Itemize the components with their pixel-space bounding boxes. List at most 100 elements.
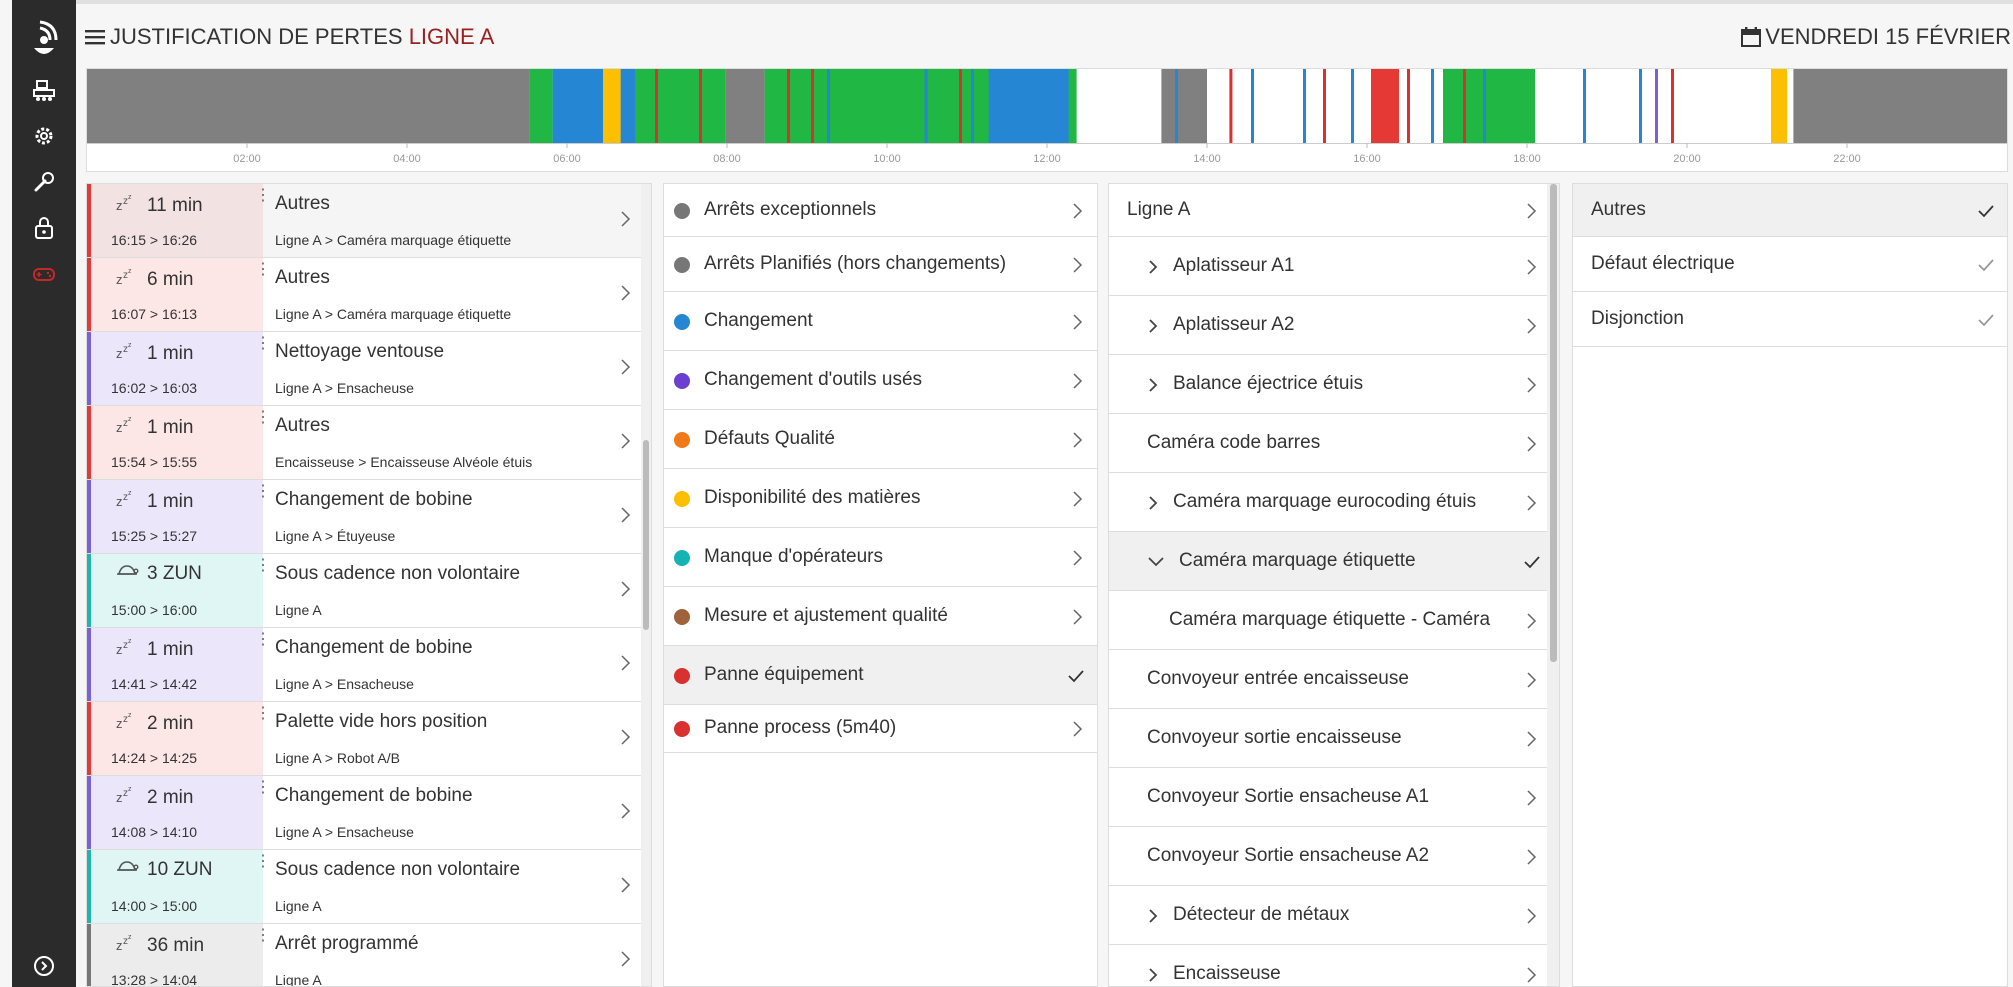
timeline-marker[interactable] bbox=[971, 69, 974, 143]
equipment-item[interactable]: Caméra marquage étiquette bbox=[1109, 532, 1559, 591]
event-row[interactable]: z z z 36 min ⋮ 13:28 > 14:04 Arrêt programmé Li… bbox=[87, 924, 643, 986]
category-item[interactable]: Manque d'opérateurs bbox=[664, 528, 1097, 587]
category-item[interactable]: Changement d'outils usés bbox=[664, 351, 1097, 410]
event-chevron-right-icon[interactable] bbox=[619, 432, 631, 450]
timeline-segment[interactable] bbox=[1771, 69, 1787, 143]
equipment-chevron-right-icon[interactable] bbox=[1525, 494, 1537, 512]
category-item[interactable]: Panne équipement bbox=[664, 646, 1097, 705]
category-chevron-right-icon[interactable] bbox=[1071, 720, 1083, 738]
lock-icon[interactable] bbox=[32, 216, 56, 240]
category-item[interactable]: Arrêts Planifiés (hors changements) bbox=[664, 237, 1097, 292]
event-chevron-right-icon[interactable] bbox=[619, 506, 631, 524]
event-options-icon[interactable]: ⋮ bbox=[255, 632, 271, 648]
expand-chevron-icon[interactable] bbox=[1147, 494, 1159, 512]
selected-check-icon[interactable] bbox=[1067, 668, 1085, 684]
event-options-icon[interactable]: ⋮ bbox=[255, 410, 271, 426]
timeline-marker[interactable] bbox=[1323, 69, 1326, 143]
timeline-marker[interactable] bbox=[1639, 69, 1642, 143]
event-row[interactable]: z z z 11 min ⋮ 16:15 > 16:26 Autres Ligne A > C… bbox=[87, 184, 643, 258]
event-chevron-right-icon[interactable] bbox=[619, 284, 631, 302]
event-row[interactable]: zzz 1 min ⋮ 14:41 > 14:42 Changement de bobi… bbox=[87, 628, 643, 702]
gamepad-icon[interactable] bbox=[32, 262, 56, 286]
check-icon[interactable] bbox=[1977, 312, 1995, 328]
event-options-icon[interactable]: ⋮ bbox=[255, 854, 271, 870]
equipment-chevron-right-icon[interactable] bbox=[1525, 730, 1537, 748]
equipment-scrollbar-thumb[interactable] bbox=[1550, 184, 1557, 662]
equipment-item[interactable]: Aplatisseur A1 bbox=[1109, 237, 1559, 296]
event-chevron-right-icon[interactable] bbox=[619, 876, 631, 894]
timeline-segment[interactable] bbox=[1443, 69, 1535, 143]
timeline-marker[interactable] bbox=[1351, 69, 1354, 143]
timeline-marker[interactable] bbox=[1229, 69, 1233, 143]
category-chevron-right-icon[interactable] bbox=[1071, 256, 1083, 274]
category-chevron-right-icon[interactable] bbox=[1071, 431, 1083, 449]
cause-item[interactable]: Autres bbox=[1573, 184, 2007, 237]
timeline-bar[interactable] bbox=[87, 69, 2007, 143]
cause-item[interactable]: Défaut électrique bbox=[1573, 237, 2007, 292]
timeline-marker[interactable] bbox=[1483, 69, 1486, 143]
event-options-icon[interactable]: ⋮ bbox=[255, 706, 271, 722]
timeline-marker[interactable] bbox=[1175, 69, 1178, 143]
event-options-icon[interactable]: ⋮ bbox=[255, 336, 271, 352]
timeline-marker[interactable] bbox=[1583, 69, 1586, 143]
timeline-marker[interactable] bbox=[1463, 69, 1466, 143]
equipment-item[interactable]: Convoyeur sortie encaisseuse bbox=[1109, 709, 1559, 768]
equipment-chevron-right-icon[interactable] bbox=[1525, 789, 1537, 807]
event-row[interactable]: zzz 1 min ⋮ 15:25 > 15:27 Changement de bobi… bbox=[87, 480, 643, 554]
event-chevron-right-icon[interactable] bbox=[619, 358, 631, 376]
event-chevron-right-icon[interactable] bbox=[619, 802, 631, 820]
event-options-icon[interactable]: ⋮ bbox=[255, 558, 271, 574]
equipment-chevron-right-icon[interactable] bbox=[1525, 202, 1537, 220]
category-chevron-right-icon[interactable] bbox=[1071, 202, 1083, 220]
timeline-segment[interactable] bbox=[725, 69, 765, 143]
timeline-segment[interactable] bbox=[635, 69, 726, 143]
equipment-item[interactable]: Caméra marquage eurocoding étuis bbox=[1109, 473, 1559, 532]
equipment-chevron-right-icon[interactable] bbox=[1525, 376, 1537, 394]
category-chevron-right-icon[interactable] bbox=[1071, 372, 1083, 390]
timeline-marker[interactable] bbox=[1303, 69, 1306, 143]
equipment-chevron-right-icon[interactable] bbox=[1525, 612, 1537, 630]
event-chevron-right-icon[interactable] bbox=[619, 580, 631, 598]
event-row[interactable]: zzz 2 min ⋮ 14:08 > 14:10 Changement de bobi… bbox=[87, 776, 643, 850]
expand-sidebar-icon[interactable] bbox=[32, 954, 56, 978]
hamburger-menu-icon[interactable] bbox=[85, 28, 105, 46]
expand-chevron-icon[interactable] bbox=[1147, 907, 1159, 925]
timeline-segment[interactable] bbox=[1793, 69, 2007, 143]
expand-chevron-icon[interactable] bbox=[1147, 966, 1159, 984]
event-options-icon[interactable]: ⋮ bbox=[255, 928, 271, 944]
equipment-chevron-right-icon[interactable] bbox=[1525, 317, 1537, 335]
event-chevron-right-icon[interactable] bbox=[619, 210, 631, 228]
equipment-item[interactable]: Encaisseuse bbox=[1109, 945, 1559, 986]
selected-check-icon[interactable] bbox=[1977, 203, 1995, 219]
equipment-chevron-right-icon[interactable] bbox=[1525, 966, 1537, 984]
equipment-chevron-right-icon[interactable] bbox=[1525, 848, 1537, 866]
timeline-marker[interactable] bbox=[1655, 69, 1658, 143]
timeline-marker[interactable] bbox=[959, 69, 962, 143]
timeline-segment[interactable] bbox=[603, 69, 621, 143]
timeline-marker[interactable] bbox=[699, 69, 702, 143]
check-icon[interactable] bbox=[1977, 257, 1995, 273]
event-chevron-right-icon[interactable] bbox=[619, 728, 631, 746]
event-row[interactable]: zzz 6 min ⋮ 16:07 > 16:13 Autres Ligne A > Ca… bbox=[87, 258, 643, 332]
category-chevron-right-icon[interactable] bbox=[1071, 313, 1083, 331]
production-line-icon[interactable] bbox=[32, 78, 56, 102]
timeline-marker[interactable] bbox=[924, 69, 928, 143]
timeline-marker[interactable] bbox=[1671, 69, 1674, 143]
equipment-item[interactable]: Ligne A bbox=[1109, 184, 1559, 237]
collapse-chevron-icon[interactable] bbox=[1147, 555, 1165, 569]
equipment-item[interactable]: Convoyeur Sortie ensacheuse A1 bbox=[1109, 768, 1559, 827]
equipment-item[interactable]: Aplatisseur A2 bbox=[1109, 296, 1559, 355]
expand-chevron-icon[interactable] bbox=[1147, 317, 1159, 335]
event-options-icon[interactable]: ⋮ bbox=[255, 484, 271, 500]
timeline-segment[interactable] bbox=[552, 69, 603, 143]
equipment-chevron-right-icon[interactable] bbox=[1525, 435, 1537, 453]
category-item[interactable]: Mesure et ajustement qualité bbox=[664, 587, 1097, 646]
timeline-segment[interactable] bbox=[1161, 69, 1207, 143]
timeline-selected-event[interactable] bbox=[1371, 69, 1399, 143]
timeline-marker[interactable] bbox=[811, 69, 814, 143]
equipment-scrollbar[interactable] bbox=[1547, 184, 1559, 986]
timeline-marker[interactable] bbox=[1407, 69, 1410, 143]
event-row[interactable]: zzz 1 min ⋮ 15:54 > 15:55 Autres Encaisseuse … bbox=[87, 406, 643, 480]
timeline-segment[interactable] bbox=[988, 69, 1069, 143]
timeline-segment[interactable] bbox=[529, 69, 553, 143]
